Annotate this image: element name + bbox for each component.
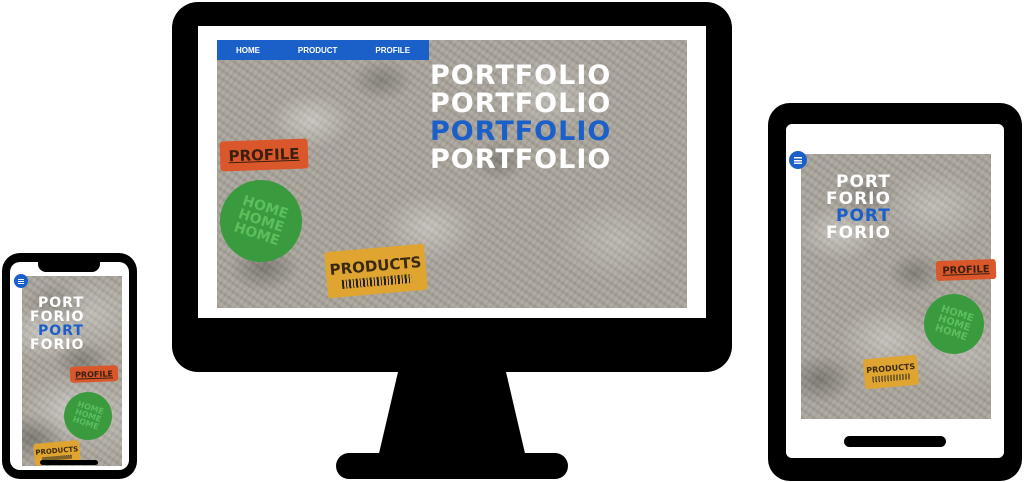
tablet-home-indicator (844, 436, 946, 447)
desktop-nav-bar: HOME PRODUCT PROFILE (217, 40, 429, 60)
profile-sticker[interactable]: PROFILE (219, 138, 309, 172)
barcode-icon (872, 372, 911, 383)
tablet-menu-button[interactable] (789, 151, 807, 169)
title-line: PORTFOLIO (430, 144, 612, 175)
title-line: FORIO (826, 223, 891, 243)
hamburger-menu-icon (794, 156, 802, 164)
profile-sticker[interactable]: PROFILE (935, 258, 997, 282)
title-line: PORTFOLIO (430, 88, 612, 119)
desktop-title-block: PORTFOLIO PORTFOLIO PORTFOLIO PORTFOLIO (430, 62, 690, 174)
monitor-base (336, 453, 568, 479)
profile-sticker-label: PROFILE (74, 368, 114, 380)
nav-profile-link[interactable]: PROFILE (375, 46, 410, 55)
phone-menu-button[interactable] (14, 274, 28, 288)
tablet-title-block: PORT FORIO PORT FORIO (826, 174, 946, 242)
profile-sticker-label: PROFILE (942, 263, 990, 277)
products-sticker[interactable]: PRODUCTS (862, 354, 920, 390)
phone-screen: PORT FORIO PORT FORIO PROFILE HOME HOME … (10, 262, 129, 470)
monitor-neck (377, 372, 527, 462)
phone-home-indicator (40, 460, 98, 465)
title-line-accent: PORT (38, 323, 84, 339)
nav-product-link[interactable]: PRODUCT (298, 46, 338, 55)
desktop-screen: HOME PRODUCT PROFILE PORTFOLIO PORTFOLIO… (198, 26, 706, 318)
title-line: PORT (38, 295, 84, 311)
nav-home-link[interactable]: HOME (236, 46, 260, 55)
tablet-screen: PORT FORIO PORT FORIO PROFILE HOME HOME … (786, 124, 1004, 458)
hamburger-menu-icon (18, 278, 24, 284)
title-line-accent: PORTFOLIO (430, 116, 612, 147)
title-line: FORIO (30, 337, 85, 353)
phone-notch (38, 262, 100, 272)
phone-title-block: PORT FORIO PORT FORIO (30, 296, 120, 352)
title-line: PORTFOLIO (430, 60, 612, 91)
profile-sticker-label: PROFILE (228, 144, 300, 166)
products-sticker[interactable]: PRODUCTS (324, 243, 428, 299)
title-line: FORIO (30, 309, 85, 325)
profile-sticker[interactable]: PROFILE (69, 365, 119, 383)
